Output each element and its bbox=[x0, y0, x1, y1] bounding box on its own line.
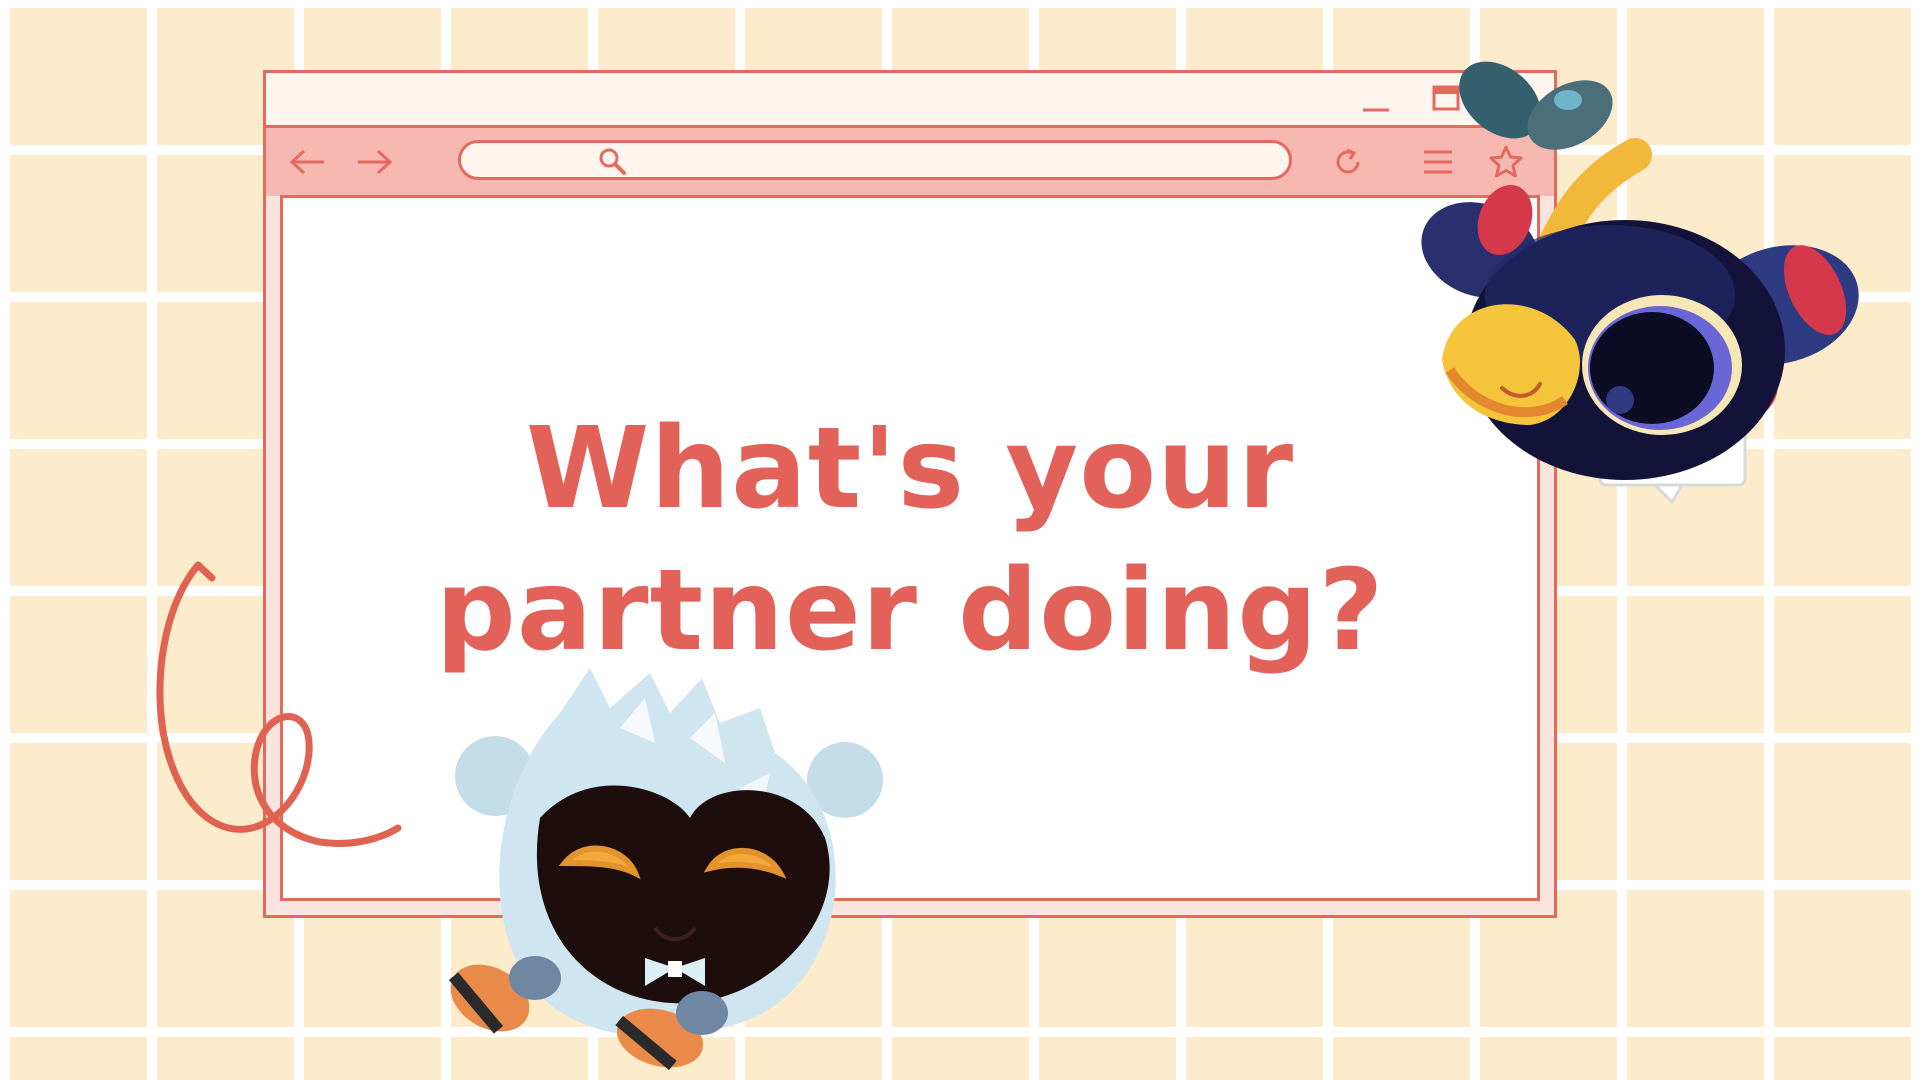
title-bar bbox=[266, 73, 1554, 128]
headline-line-1: What's your bbox=[525, 404, 1295, 534]
address-bar[interactable] bbox=[458, 140, 1292, 180]
minimize-button[interactable] bbox=[1356, 79, 1396, 119]
back-button[interactable] bbox=[286, 140, 330, 184]
ghost-mascot-image bbox=[448, 668, 883, 1071]
page-title: What's your partner doing? bbox=[283, 398, 1537, 682]
reload-button[interactable] bbox=[1326, 140, 1370, 184]
reload-icon bbox=[1336, 148, 1360, 174]
search-icon bbox=[599, 148, 626, 175]
arrow-right-icon bbox=[358, 149, 393, 175]
url-input[interactable] bbox=[637, 147, 1261, 175]
minimize-icon bbox=[1363, 108, 1389, 112]
headline-line-2: partner doing? bbox=[435, 546, 1385, 676]
arrow-left-icon bbox=[289, 149, 324, 175]
forward-button[interactable] bbox=[352, 140, 396, 184]
browser-toolbar bbox=[266, 128, 1554, 196]
bird-mascot-image bbox=[1421, 61, 1859, 505]
scribble-decoration bbox=[156, 561, 402, 847]
